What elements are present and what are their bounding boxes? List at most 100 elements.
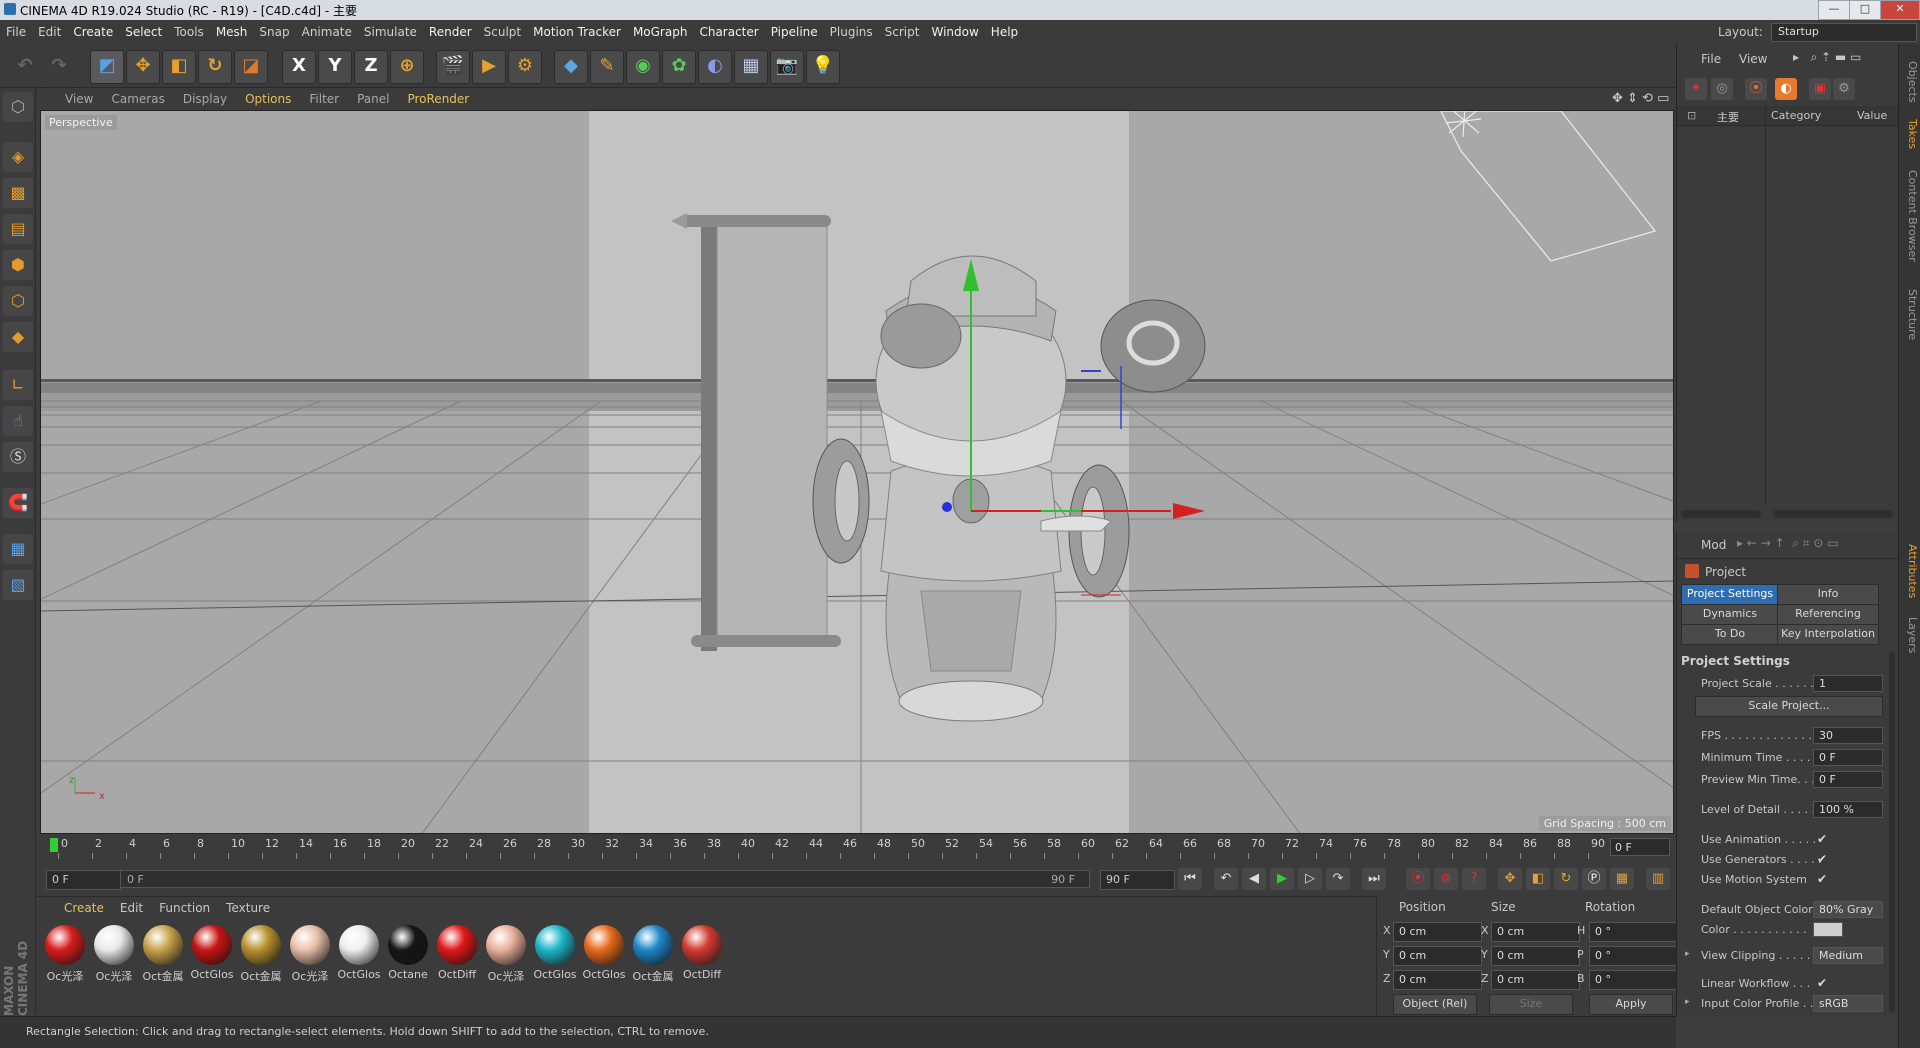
point-level-animation-icon[interactable]: ▦ [1610, 868, 1634, 890]
position-key-icon[interactable]: ✥ [1498, 868, 1522, 890]
render-view-icon[interactable]: 🎬 [436, 50, 470, 84]
tab-referencing[interactable]: Referencing [1777, 604, 1879, 625]
minimum-time-field[interactable]: 0 F [1813, 749, 1883, 766]
tab-key-interpolation[interactable]: Key Interpolation [1777, 624, 1879, 645]
pen-spline-icon[interactable]: ✎ [590, 50, 624, 84]
material-swatch[interactable]: Oc光泽 [483, 925, 529, 989]
coord-apply-button[interactable]: Apply [1589, 994, 1673, 1015]
live-selection-tool-icon[interactable]: ◩ [90, 50, 124, 84]
input-color-profile-dropdown[interactable]: sRGB [1813, 995, 1883, 1012]
material-swatch[interactable]: OctGlos [532, 925, 578, 989]
objects-menu-file[interactable]: File [1701, 52, 1721, 66]
move-tool-icon[interactable]: ✥ [126, 50, 160, 84]
use-animation-checkbox[interactable]: ✔ [1817, 832, 1827, 846]
viewport-camera-label[interactable]: Perspective [45, 115, 117, 130]
menu-character[interactable]: Character [693, 20, 764, 44]
maximize-button[interactable]: □ [1849, 0, 1881, 20]
menu-snap[interactable]: Snap [253, 20, 295, 44]
edit-render-settings-icon[interactable]: ⚙ [508, 50, 542, 84]
menu-create[interactable]: Create [67, 20, 119, 44]
tab-info[interactable]: Info [1777, 584, 1879, 605]
floor-icon[interactable]: ▦ [734, 50, 768, 84]
use-generators-checkbox[interactable]: ✔ [1817, 852, 1827, 866]
z-axis-lock-button[interactable]: Z [354, 50, 388, 84]
menu-pipeline[interactable]: Pipeline [765, 20, 824, 44]
menu-tools[interactable]: Tools [168, 20, 210, 44]
octane-material-icon[interactable]: ◐ [1775, 78, 1797, 100]
project-scale-field[interactable]: 1 [1813, 675, 1883, 692]
material-swatch[interactable]: Octane [385, 925, 431, 989]
camera-icon[interactable]: 📷 [770, 50, 804, 84]
undo-button[interactable]: ↶ [8, 50, 42, 84]
timeline-playhead[interactable] [50, 838, 58, 852]
points-mode-icon[interactable]: ⬢ [3, 250, 33, 280]
objects-scrollbar-right[interactable] [1773, 510, 1893, 518]
material-swatch[interactable]: OctDiff [679, 925, 725, 989]
menu-animate[interactable]: Animate [296, 20, 358, 44]
menu-mesh[interactable]: Mesh [210, 20, 254, 44]
viewport-menu-cameras[interactable]: Cameras [102, 88, 173, 110]
material-swatch[interactable]: OctDiff [434, 925, 480, 989]
record-active-objects-icon[interactable]: ⦿ [1406, 868, 1430, 890]
octane-render-icon[interactable]: ▣ [1809, 78, 1831, 100]
play-forward-icon[interactable]: ▶ [1270, 868, 1294, 890]
side-tab-content-browser[interactable]: Content Browser [1901, 156, 1919, 276]
menu-simulate[interactable]: Simulate [358, 20, 423, 44]
fps-field[interactable]: 30 [1813, 727, 1883, 744]
end-frame-field[interactable]: 90 F [1100, 870, 1175, 890]
side-tab-objects[interactable]: Objects [1901, 52, 1919, 112]
material-swatch[interactable]: OctGlos [581, 925, 627, 989]
polygons-mode-icon[interactable]: ◆ [3, 322, 33, 352]
viewport-menu-prorender[interactable]: ProRender [398, 88, 478, 110]
use-motion-system-checkbox[interactable]: ✔ [1817, 872, 1827, 886]
3d-viewport[interactable]: Perspective z x Grid Spacing : 500 cm [40, 110, 1674, 834]
preview-range-slider[interactable]: 0 F 90 F [120, 870, 1090, 888]
next-frame-icon[interactable]: ▷ [1298, 868, 1322, 890]
menu-render[interactable]: Render [423, 20, 478, 44]
input-color-profile-expand-icon[interactable]: ▸ [1685, 997, 1690, 1007]
cube-icon[interactable]: ◆ [554, 50, 588, 84]
go-to-start-icon[interactable]: ⏮ [1178, 868, 1202, 890]
scale-tool-icon[interactable]: ◧ [162, 50, 196, 84]
tab-project-settings[interactable]: Project Settings [1681, 584, 1779, 605]
menu-help[interactable]: Help [985, 20, 1024, 44]
octane-settings-icon[interactable]: ⚙ [1833, 78, 1855, 100]
coord-pos-z-field[interactable]: 0 cm [1393, 970, 1482, 990]
scale-project-button[interactable]: Scale Project... [1695, 696, 1883, 717]
rotation-key-icon[interactable]: ↻ [1554, 868, 1578, 890]
timeline-window-icon[interactable]: ▥ [1646, 868, 1670, 890]
y-axis-lock-button[interactable]: Y [318, 50, 352, 84]
side-tab-layers[interactable]: Layers [1901, 610, 1919, 660]
timeline-ticks[interactable]: 0 2 4 6 8 10 12 14 16 18 20 22 24 26 28 30 32 34 36 38 40 42 4… [48, 837, 1636, 859]
side-tab-structure[interactable]: Structure [1901, 280, 1919, 350]
attributes-toolbar-icons[interactable]: ▸ ← → ↑ ⌕ ⌗ ⊙ ▭ [1737, 536, 1839, 551]
next-key-icon[interactable]: ↷ [1326, 868, 1350, 890]
material-swatch[interactable]: OctGlos [189, 925, 235, 989]
material-swatch[interactable]: Oc光泽 [42, 925, 88, 989]
coord-rot-h-field[interactable]: 0 ° [1589, 922, 1678, 942]
parameter-key-icon[interactable]: Ⓟ [1582, 868, 1606, 890]
planar-workplane-icon[interactable]: ▧ [3, 570, 33, 600]
tag-icon-2[interactable]: ◎ [1711, 78, 1733, 100]
side-tab-takes[interactable]: Takes [1901, 112, 1919, 156]
menu-file[interactable]: File [0, 20, 32, 44]
texture-mode-icon[interactable]: ▩ [3, 178, 33, 208]
material-menu-function[interactable]: Function [151, 897, 218, 919]
viewport-menu-filter[interactable]: Filter [300, 88, 348, 110]
material-swatch[interactable]: OctGlos [336, 925, 382, 989]
timeline-ruler[interactable]: 0 2 4 6 8 10 12 14 16 18 20 22 24 26 28 30 32 34 36 38 40 42 4… [36, 834, 1676, 862]
coord-rot-p-field[interactable]: 0 ° [1589, 946, 1678, 966]
render-to-picture-viewer-icon[interactable]: ▶ [472, 50, 506, 84]
solo-mode-icon[interactable]: Ⓢ [3, 442, 33, 472]
coord-size-z-field[interactable]: 0 cm [1491, 970, 1580, 990]
coord-mode-dropdown[interactable]: Object (Rel) [1393, 994, 1477, 1015]
menu-select[interactable]: Select [119, 20, 168, 44]
view-clipping-dropdown[interactable]: Medium [1813, 947, 1883, 964]
color-swatch[interactable] [1813, 922, 1843, 937]
material-swatch[interactable]: Oc光泽 [287, 925, 333, 989]
axis-mode-icon[interactable]: ∟ [3, 370, 33, 400]
previous-frame-icon[interactable]: ◀ [1242, 868, 1266, 890]
previous-key-icon[interactable]: ↶ [1214, 868, 1238, 890]
preview-min-time-field[interactable]: 0 F [1813, 771, 1883, 788]
tweak-mode-icon[interactable]: ☝ [3, 406, 33, 436]
